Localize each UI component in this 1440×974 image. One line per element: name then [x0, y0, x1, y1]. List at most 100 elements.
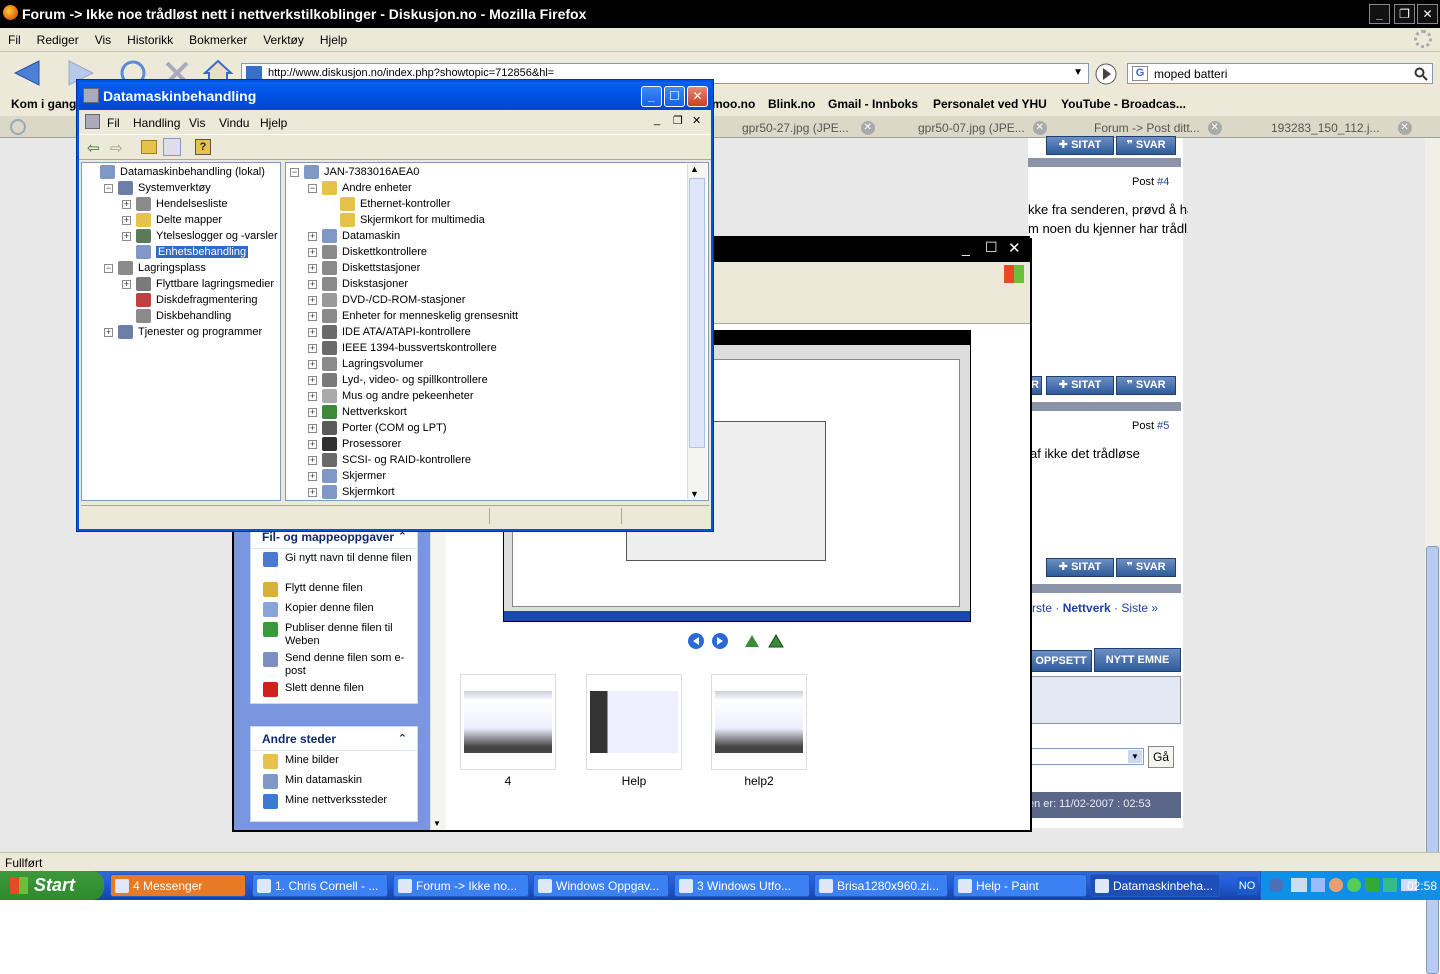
tree-node[interactable]: + Lagringsvolumer — [308, 357, 423, 371]
menu-hjelp[interactable]: Hjelp — [260, 116, 287, 130]
expand-icon[interactable]: + — [122, 232, 131, 241]
thumbnail-help[interactable] — [586, 674, 682, 770]
google-icon[interactable]: G — [1132, 66, 1148, 81]
menu-handling[interactable]: Handling — [133, 116, 180, 130]
tree-node[interactable]: − Systemverktøy — [104, 181, 211, 195]
close-tab-icon[interactable]: ✕ — [860, 121, 875, 135]
collapse-icon[interactable]: − — [104, 264, 113, 273]
mdi-minimize-icon[interactable]: _ — [654, 114, 660, 126]
expand-icon[interactable]: + — [308, 232, 317, 241]
tree-node[interactable]: + Diskettstasjoner — [308, 261, 420, 275]
collapse-icon[interactable]: − — [290, 168, 299, 177]
tree-node[interactable]: + Flyttbare lagringsmedier — [122, 277, 274, 291]
expand-icon[interactable]: + — [308, 408, 317, 417]
thumbnail-help2[interactable] — [711, 674, 807, 770]
forum-jump-select[interactable]: ▼ — [1028, 748, 1144, 765]
taskbar-button[interactable]: 4 Messenger — [110, 874, 246, 897]
taskbar-button[interactable]: Datamaskinbeha... — [1090, 874, 1220, 897]
close-button[interactable]: ✕ — [1008, 239, 1021, 257]
nytt-emne-button[interactable]: NYTT EMNE — [1094, 648, 1181, 672]
tree-node[interactable]: + Diskettkontrollere — [308, 245, 427, 259]
expand-icon[interactable]: + — [308, 392, 317, 401]
taskbar-button[interactable]: Help - Paint — [953, 874, 1087, 897]
other-place-0[interactable]: Mine bilder — [251, 751, 417, 771]
tree-node[interactable]: + Diskstasjoner — [308, 277, 408, 291]
oppsett-button[interactable]: OPPSETT — [1030, 650, 1092, 672]
next-image-icon[interactable] — [711, 632, 729, 650]
taskbar-button[interactable]: Brisa1280x960.zi... — [814, 874, 948, 897]
other-place-2[interactable]: Mine nettverkssteder — [251, 791, 417, 811]
file-task-3[interactable]: Publiser denne filen til Weben — [251, 619, 417, 649]
taskbar-button[interactable]: Forum -> Ikke no... — [393, 874, 529, 897]
tray-expand-icon[interactable] — [1269, 878, 1283, 892]
svar-button[interactable]: ❞ SVAR — [1116, 558, 1176, 577]
file-task-1[interactable]: Flytt denne filen — [251, 579, 417, 599]
tree-node[interactable]: + DVD-/CD-ROM-stasjoner — [308, 293, 465, 307]
tree-node[interactable]: + Datamaskin — [308, 229, 400, 243]
tree-node[interactable]: + Mus og andre pekeenheter — [308, 389, 473, 403]
expand-icon[interactable]: + — [308, 312, 317, 321]
menu-vis[interactable]: Vis — [87, 28, 119, 47]
bookmark-kom-i-gang[interactable]: Kom i gang — [11, 97, 76, 111]
tab-193283[interactable]: 193283_150_112.j... ✕ — [1247, 119, 1412, 138]
close-button[interactable]: ✕ — [1417, 4, 1438, 24]
taskbar-button[interactable]: 3 Windows Utfo... — [674, 874, 810, 897]
close-tab-icon[interactable]: ✕ — [1397, 121, 1412, 135]
taskbar-button[interactable]: 1. Chris Cornell - ... — [252, 874, 388, 897]
nav-last-link[interactable]: Siste » — [1121, 601, 1158, 615]
tree-node[interactable]: + Skjermkort — [308, 485, 395, 499]
best-fit-icon[interactable] — [743, 632, 761, 650]
minimize-button[interactable]: _ — [1369, 4, 1390, 24]
tab-gpr50-27[interactable]: gpr50-27.jpg (JPE... ✕ — [718, 119, 875, 138]
scrollbar-thumb[interactable] — [1426, 546, 1439, 974]
sitat-button[interactable]: ✚ SITAT — [1046, 376, 1114, 395]
actual-size-icon[interactable] — [767, 632, 785, 650]
nav-first-link[interactable]: rste — [1032, 601, 1052, 615]
menu-bokmerker[interactable]: Bokmerker — [181, 28, 255, 47]
menu-fil[interactable]: Fil — [0, 28, 29, 47]
scrollbar-thumb[interactable] — [689, 178, 705, 448]
tree-node[interactable]: + Hendelsesliste — [122, 197, 228, 211]
tree-node[interactable]: + Porter (COM og LPT) — [308, 421, 447, 435]
bookmark-youtube[interactable]: YouTube - Broadcas... — [1061, 97, 1186, 111]
mdi-close-icon[interactable]: ✕ — [692, 114, 701, 127]
menu-verktoy[interactable]: Verktøy — [255, 28, 312, 47]
svar-button[interactable]: ❞ SVAR — [1116, 136, 1176, 155]
file-task-4[interactable]: Send denne filen som e-post — [251, 649, 417, 679]
tree-node[interactable]: + Nettverkskort — [308, 405, 407, 419]
sitat-button[interactable]: ✚ SITAT — [1046, 136, 1114, 155]
tree-node[interactable]: + Delte mapper — [122, 213, 222, 227]
sitat-button[interactable]: ✚ SITAT — [1046, 558, 1114, 577]
expand-icon[interactable]: + — [308, 376, 317, 385]
tree-node[interactable]: − Lagringsplass — [104, 261, 206, 275]
url-dropdown-icon[interactable]: ▼ — [1073, 67, 1083, 78]
language-indicator[interactable]: NO — [1237, 877, 1257, 895]
clock[interactable]: 02:58 — [1387, 879, 1437, 893]
tree-node[interactable]: Diskbehandling — [122, 309, 231, 323]
system-menu-icon[interactable] — [85, 114, 100, 129]
volume-icon[interactable] — [1311, 878, 1325, 892]
expand-icon[interactable]: + — [308, 344, 317, 353]
expand-icon[interactable]: + — [308, 360, 317, 369]
tab-list-icon[interactable] — [10, 119, 26, 135]
go-icon[interactable] — [1094, 62, 1118, 86]
other-places-header[interactable]: Andre steder ⌃ — [251, 727, 417, 751]
close-tab-icon[interactable]: ✕ — [1207, 121, 1222, 135]
maximize-button[interactable]: ☐ — [664, 86, 685, 107]
expand-icon[interactable]: + — [122, 280, 131, 289]
background-window-title-bar[interactable]: _ ☐ ✕ — [712, 236, 1030, 262]
back-icon[interactable] — [12, 58, 42, 88]
tree-node[interactable]: Enhetsbehandling — [122, 245, 249, 259]
search-box[interactable]: G moped batteri — [1127, 63, 1433, 84]
expand-icon[interactable]: + — [308, 280, 317, 289]
expand-icon[interactable]: + — [122, 216, 131, 225]
tree-node[interactable]: + SCSI- og RAID-kontrollere — [308, 453, 471, 467]
expand-icon[interactable]: + — [104, 328, 113, 337]
menu-rediger[interactable]: Rediger — [29, 28, 87, 47]
previous-image-icon[interactable] — [687, 632, 705, 650]
start-button[interactable]: Start — [0, 871, 104, 900]
restore-button[interactable]: ❐ — [1394, 4, 1415, 24]
tree-node[interactable]: Diskdefragmentering — [122, 293, 258, 307]
expand-icon[interactable]: + — [308, 488, 317, 497]
tab-gpr50-07[interactable]: gpr50-07.jpg (JPE... ✕ — [894, 119, 1047, 138]
